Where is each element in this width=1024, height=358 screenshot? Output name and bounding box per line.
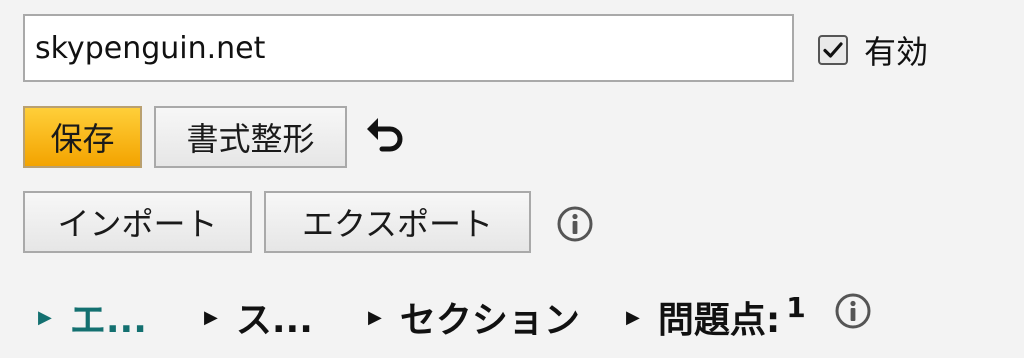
info-icon[interactable] <box>556 205 594 243</box>
problems-info-icon[interactable] <box>834 292 872 330</box>
collapse-triangle-icon: ▶ <box>626 306 640 328</box>
collapse-triangle-icon: ▶ <box>368 306 382 328</box>
format-button[interactable]: 書式整形 <box>154 106 347 168</box>
section-tab-problems-label: 問題点: <box>657 300 781 341</box>
section-tab-1-label: エ... <box>69 300 147 341</box>
import-button[interactable]: インポート <box>23 191 252 253</box>
enabled-toggle[interactable]: 有効 <box>818 30 929 71</box>
section-tab-2[interactable]: ▶ ス... <box>204 292 313 342</box>
export-button[interactable]: エクスポート <box>264 191 531 253</box>
checkmark-icon <box>823 42 843 58</box>
section-tab-sections-label: セクション <box>399 300 580 341</box>
enabled-checkbox[interactable] <box>818 35 848 65</box>
section-tab-problems[interactable]: ▶ 問題点: 1 <box>626 290 806 342</box>
section-tab-1[interactable]: ▶ エ... <box>38 292 147 342</box>
section-tab-2-label: ス... <box>235 300 313 341</box>
site-url-input[interactable] <box>23 14 794 82</box>
collapse-triangle-icon: ▶ <box>38 306 52 328</box>
enabled-label: 有効 <box>864 33 929 71</box>
save-button[interactable]: 保存 <box>23 106 142 168</box>
undo-icon[interactable] <box>362 113 408 159</box>
problems-count: 1 <box>786 290 806 324</box>
collapse-triangle-icon: ▶ <box>204 306 218 328</box>
section-tab-sections[interactable]: ▶ セクション <box>368 292 580 342</box>
